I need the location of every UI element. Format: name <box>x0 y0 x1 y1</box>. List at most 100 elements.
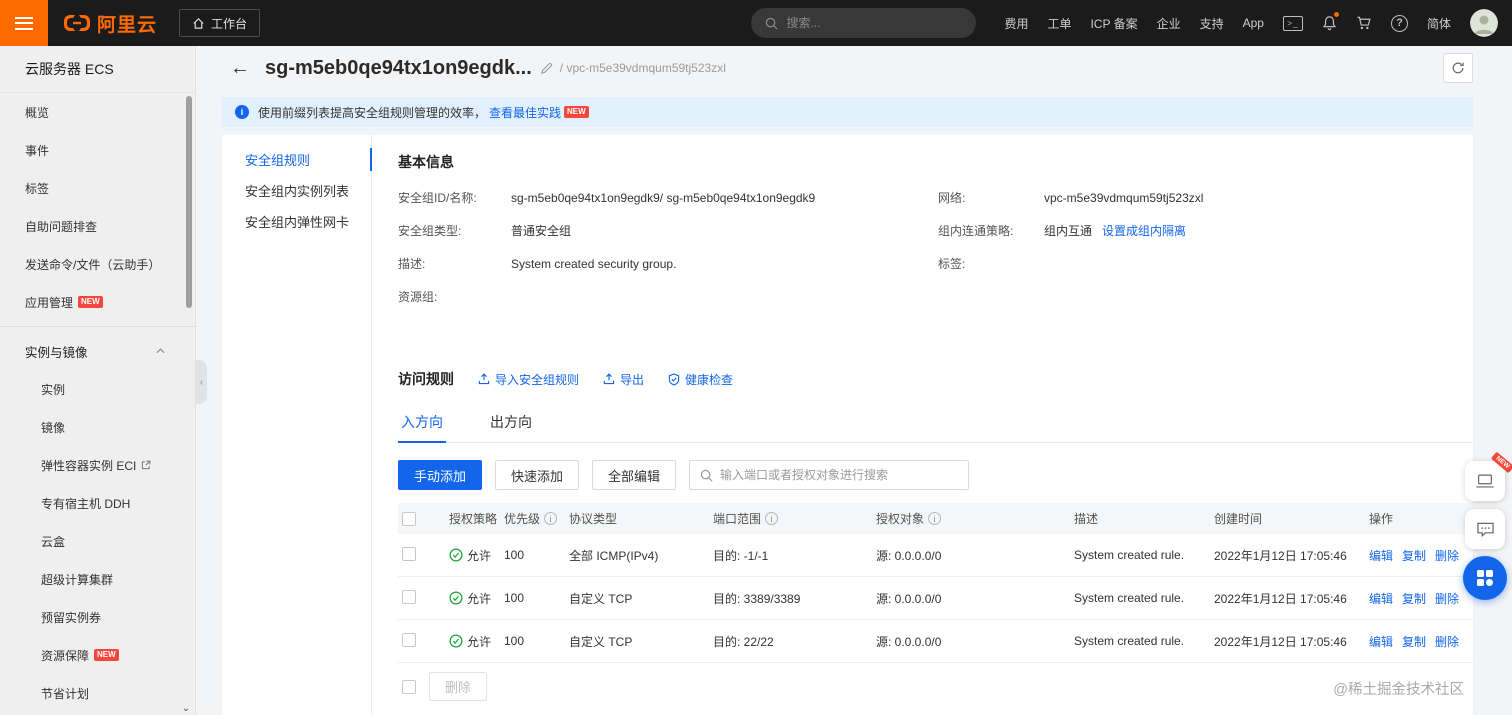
delete-link[interactable]: 删除 <box>1435 633 1459 650</box>
cart-button[interactable] <box>1356 15 1372 31</box>
select-all-checkbox[interactable] <box>402 511 416 526</box>
chevron-up-icon <box>156 348 165 354</box>
sidebar-item-resource-assurance[interactable]: 资源保障 NEW <box>0 636 195 674</box>
nav-support[interactable]: 支持 <box>1200 15 1224 32</box>
set-isolation-link[interactable]: 设置成组内隔离 <box>1102 222 1186 239</box>
quick-add-button[interactable]: 快速添加 <box>495 460 580 490</box>
tab-inbound[interactable]: 入方向 <box>398 414 446 443</box>
rules-table: 授权策略 优先级i 协议类型 端口范围i 授权对象i 描述 创建时间 操作 <box>398 503 1473 710</box>
nav-tickets[interactable]: 工单 <box>1047 15 1071 32</box>
sidebar-item-cloudbox[interactable]: 云盒 <box>0 522 195 560</box>
sidebar-item-cloud-assistant[interactable]: 发送命令/文件（云助手） <box>0 245 195 283</box>
tab-outbound[interactable]: 出方向 <box>487 414 535 442</box>
health-check-link[interactable]: 健康检查 <box>668 371 733 388</box>
language-switcher[interactable]: 简体 <box>1427 15 1451 32</box>
port-range-info-icon[interactable]: i <box>765 512 779 525</box>
edit-link[interactable]: 编辑 <box>1369 633 1393 650</box>
hamburger-menu-button[interactable] <box>0 0 48 46</box>
sidebar-item-troubleshoot[interactable]: 自助问题排查 <box>0 207 195 245</box>
port-range-value: 目的: 22/22 <box>713 634 774 649</box>
source-info-icon[interactable]: i <box>928 512 942 525</box>
resource-group-label: 资源组: <box>398 290 438 304</box>
sidebar-item-instances[interactable]: 实例 <box>0 370 195 408</box>
rules-toolbar: 手动添加 快速添加 全部编辑 <box>398 460 1473 490</box>
copy-link[interactable]: 复制 <box>1402 633 1426 650</box>
sidebar-collapse-handle[interactable]: ‹ <box>196 360 207 404</box>
manual-add-button[interactable]: 手动添加 <box>398 460 483 490</box>
sidebar-item-tags[interactable]: 标签 <box>0 169 195 207</box>
topbar-search-input[interactable] <box>786 16 963 30</box>
sidebar-item-overview[interactable]: 概览 <box>0 93 195 131</box>
rules-search[interactable] <box>689 460 970 490</box>
quick-nav-widget[interactable] <box>1463 556 1507 600</box>
row-checkbox[interactable] <box>402 589 416 604</box>
notifications-button[interactable] <box>1322 12 1339 31</box>
edit-link[interactable]: 编辑 <box>1369 547 1393 564</box>
sidebar-item-label: 标签 <box>25 181 50 196</box>
copy-link[interactable]: 复制 <box>1402 547 1426 564</box>
remote-workbench-widget[interactable]: NEW <box>1465 451 1512 501</box>
breadcrumb: / vpc-m5e39vdmqum59tj523zxl <box>559 61 726 75</box>
copy-link[interactable]: 复制 <box>1402 590 1426 607</box>
search-icon <box>700 469 713 481</box>
batch-delete-button[interactable]: 删除 <box>429 672 488 701</box>
row-checkbox[interactable] <box>402 546 416 561</box>
edit-link[interactable]: 编辑 <box>1369 590 1393 607</box>
subnav-item-security-group-rules[interactable]: 安全组规则 <box>222 144 372 175</box>
watermark: @稀土掘金技术社区 <box>1333 682 1464 698</box>
sidebar-item-savings-plans[interactable]: 节省计划 <box>0 674 195 712</box>
sidebar-item-events[interactable]: 事件 <box>0 131 195 169</box>
nav-enterprise[interactable]: 企业 <box>1157 15 1181 32</box>
priority-info-icon[interactable]: i <box>544 512 558 525</box>
row-checkbox[interactable] <box>402 632 416 647</box>
best-practice-link[interactable]: 查看最佳实践 <box>489 104 561 121</box>
sidebar-item-app-management[interactable]: 应用管理 NEW <box>0 283 195 321</box>
subnav-item-instances-in-group[interactable]: 安全组内实例列表 <box>222 175 371 206</box>
aliyun-logo[interactable]: 阿里云 <box>62 10 157 37</box>
back-button[interactable]: ← <box>230 58 250 78</box>
col-priority: 优先级 i <box>504 510 569 527</box>
sidebar: 云服务器 ECS 概览 事件 标签 自助问题排查 发送命令/文件（云助手） 应用… <box>0 46 196 715</box>
col-description: 描述 <box>1074 512 1099 526</box>
aliyun-logo-icon <box>64 15 90 31</box>
health-check-label: 健康检查 <box>685 372 734 387</box>
subnav-item-enis-in-group[interactable]: 安全组内弹性网卡 <box>222 206 371 237</box>
delete-link[interactable]: 删除 <box>1435 590 1459 607</box>
edit-all-button[interactable]: 全部编辑 <box>592 460 677 490</box>
refresh-button[interactable] <box>1443 53 1473 83</box>
sidebar-item-ddh[interactable]: 专有宿主机 DDH <box>0 484 195 522</box>
sidebar-item-images[interactable]: 镜像 <box>0 408 195 446</box>
nav-icp[interactable]: ICP 备案 <box>1090 15 1137 32</box>
sidebar-scrollbar[interactable] <box>186 96 192 308</box>
footer-checkbox[interactable] <box>402 679 416 694</box>
allow-check-icon <box>449 591 463 605</box>
sidebar-item-reserved-instances[interactable]: 预留实例券 <box>0 598 195 636</box>
help-button[interactable]: ? <box>1390 14 1408 32</box>
sidebar-item-label: 概览 <box>25 105 50 120</box>
sg-type-label: 安全组类型: <box>398 224 462 238</box>
nav-billing[interactable]: 费用 <box>1004 15 1028 32</box>
feedback-widget[interactable] <box>1465 509 1505 549</box>
scroll-down-icon[interactable]: ⌄ <box>178 701 194 715</box>
topbar: 阿里云 工作台 费用 工单 ICP 备案 企业 支持 App >_ <box>0 0 1512 46</box>
import-rules-link[interactable]: 导入安全组规则 <box>478 371 579 388</box>
terminal-button[interactable]: >_ <box>1282 15 1303 31</box>
sidebar-item-eci[interactable]: 弹性容器实例 ECI <box>0 446 195 484</box>
nav-app[interactable]: App <box>1243 16 1264 30</box>
new-badge: NEW <box>78 296 103 308</box>
export-link[interactable]: 导出 <box>603 371 644 388</box>
delete-link[interactable]: 删除 <box>1435 547 1459 564</box>
avatar[interactable] <box>1470 9 1498 37</box>
rules-search-input[interactable] <box>720 468 959 482</box>
description-value: System created rule. <box>1074 634 1185 648</box>
workbench-button[interactable]: 工作台 <box>179 9 261 37</box>
edit-name-button[interactable] <box>540 62 553 75</box>
import-rules-label: 导入安全组规则 <box>495 372 580 387</box>
home-icon <box>193 17 204 29</box>
detail-subnav: 安全组规则 安全组内实例列表 安全组内弹性网卡 <box>222 135 372 715</box>
sidebar-item-label: 应用管理 <box>25 295 74 310</box>
policy-value: 允许 <box>467 634 492 649</box>
sidebar-item-scc[interactable]: 超级计算集群 <box>0 560 195 598</box>
sidebar-group-instances-images[interactable]: 实例与镜像 <box>0 332 195 370</box>
topbar-search[interactable] <box>751 8 977 38</box>
